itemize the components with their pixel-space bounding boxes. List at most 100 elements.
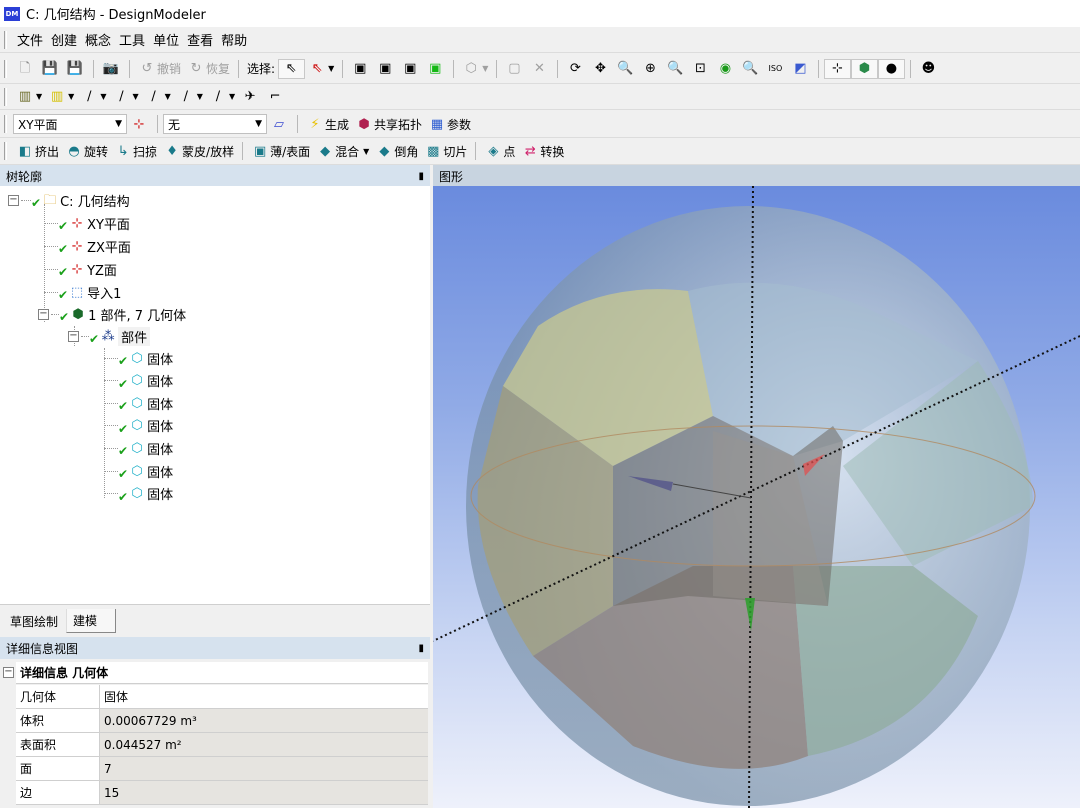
- sketch-select[interactable]: 无 ▼: [163, 114, 267, 134]
- tree-node-zx-plane[interactable]: ✔ ⊹ ZX平面: [44, 236, 131, 256]
- pin-icon[interactable]: ▮: [418, 643, 424, 654]
- share-topology-button[interactable]: ⬢ 共享拓扑: [352, 114, 425, 134]
- tree-node-body[interactable]: ✔ ⬡ 固体: [104, 438, 173, 458]
- tab-sketching[interactable]: 草图绘制: [4, 609, 64, 633]
- menu-help[interactable]: 帮助: [217, 30, 251, 49]
- line-style-x-button[interactable]: ∕ ▼: [206, 87, 238, 107]
- show-model-button[interactable]: ⬢: [851, 58, 879, 79]
- tree-node-body[interactable]: ✔ ⬡ 固体: [104, 348, 173, 368]
- line-style-3-button[interactable]: ∕ ▼: [174, 87, 206, 107]
- select-points-button[interactable]: ▣: [348, 59, 373, 79]
- screenshot-button[interactable]: 📷: [99, 59, 124, 79]
- show-planes-button[interactable]: ⊹: [824, 58, 852, 79]
- collapse-icon[interactable]: −: [38, 308, 49, 320]
- snap-button[interactable]: ⌐: [263, 87, 288, 107]
- skin-loft-button[interactable]: ♦ 蒙皮/放样: [160, 141, 237, 161]
- toolbar-grip[interactable]: [4, 59, 7, 78]
- invert-select-button[interactable]: ✕: [527, 59, 552, 79]
- extend-selection-button[interactable]: ⬡ ▼: [459, 59, 491, 79]
- tree-node-part[interactable]: − ✔ ⁂ 部件: [68, 326, 151, 346]
- slice-button[interactable]: ▩ 切片: [421, 141, 470, 161]
- tree-node-body[interactable]: ✔ ⬡ 固体: [104, 371, 173, 391]
- pin-sketch-button[interactable]: ✈: [238, 87, 263, 107]
- pin-icon[interactable]: ▮: [418, 171, 424, 182]
- menu-concept[interactable]: 概念: [81, 30, 115, 49]
- tree-node-body[interactable]: ✔ ⬡ 固体: [104, 484, 173, 504]
- details-value[interactable]: 7: [100, 757, 428, 780]
- generate-button[interactable]: ⚡ 生成: [303, 114, 352, 134]
- iso-view-button[interactable]: ISO: [763, 59, 788, 79]
- lightning-icon: ⚡: [310, 116, 320, 132]
- new-plane-button[interactable]: ⊹: [127, 114, 152, 134]
- select-mode-button[interactable]: ⇖ ▼: [305, 59, 337, 79]
- thin-surface-button[interactable]: ▣ 薄/表面: [248, 141, 313, 161]
- details-value[interactable]: 15: [100, 781, 428, 804]
- show-points-button[interactable]: ●: [878, 58, 906, 79]
- tree-node-import[interactable]: ✔ ⬚ 导入1: [44, 282, 121, 302]
- select-edges-button[interactable]: ▣: [373, 59, 398, 79]
- rotate-button[interactable]: ⟳: [563, 59, 588, 79]
- toolbar-grip[interactable]: [4, 142, 7, 160]
- tree-node-parts-summary[interactable]: − ✔ ⬢ 1 部件, 7 几何体: [38, 304, 186, 324]
- line-style-2-button[interactable]: ∕ ▼: [142, 87, 174, 107]
- save-as-button[interactable]: 💾: [63, 59, 88, 79]
- tree-node-body[interactable]: ✔ ⬡ 固体: [104, 393, 173, 413]
- extrude-button[interactable]: ◧ 挤出: [13, 141, 62, 161]
- collapse-icon[interactable]: −: [68, 330, 79, 342]
- line-style-1-button[interactable]: ∕ ▼: [109, 87, 141, 107]
- convert-button[interactable]: ⇄ 转换: [518, 141, 567, 161]
- tree-node-root[interactable]: − ✔ 🗀 C: 几何结构: [8, 190, 130, 210]
- zoom-selected-button[interactable]: 🔍: [663, 59, 688, 79]
- look-at-button[interactable]: ◩: [788, 59, 813, 79]
- select-all-button[interactable]: ▢: [502, 59, 527, 79]
- toolbar-grip[interactable]: [4, 30, 7, 49]
- collapse-icon[interactable]: −: [8, 194, 19, 206]
- menu-units[interactable]: 单位: [149, 30, 183, 49]
- check-icon: ✔: [118, 421, 129, 436]
- sweep-button[interactable]: ↳ 扫掠: [111, 141, 160, 161]
- blend-button[interactable]: ◆ 混合 ▼: [313, 141, 372, 161]
- menu-tools[interactable]: 工具: [115, 30, 149, 49]
- parameters-button[interactable]: ▦ 参数: [425, 114, 474, 134]
- tab-modeling[interactable]: 建模: [66, 609, 116, 633]
- layout-alt-button[interactable]: ▥ ▼: [45, 87, 77, 107]
- line-style-0-button[interactable]: ∕ ▼: [77, 87, 109, 107]
- zoom-in-button[interactable]: ⊕: [638, 59, 663, 79]
- undo-button[interactable]: ↺ 撤销: [135, 59, 184, 79]
- save-button[interactable]: 💾: [38, 59, 63, 79]
- box-zoom-button[interactable]: ⊡: [688, 59, 713, 79]
- details-section-header: 详细信息 几何体: [16, 662, 428, 684]
- tree-node-yz-plane[interactable]: ✔ ⊹ YZ面: [44, 259, 117, 279]
- select-faces-button[interactable]: ▣: [398, 59, 423, 79]
- graphics-viewport[interactable]: [433, 186, 1080, 808]
- select-bodies-button[interactable]: ▣: [423, 59, 448, 79]
- collapse-icon[interactable]: −: [3, 667, 14, 678]
- menu-view[interactable]: 查看: [183, 30, 217, 49]
- tree-node-body[interactable]: ✔ ⬡ 固体: [104, 461, 173, 481]
- details-value[interactable]: 0.00067729 m³: [100, 709, 428, 732]
- revolve-button[interactable]: ◓ 旋转: [62, 141, 111, 161]
- tree-node-body[interactable]: ✔ ⬡ 固体: [104, 416, 173, 436]
- toolbar-grip[interactable]: [4, 115, 7, 133]
- chamfer-button[interactable]: ◆ 倒角: [372, 141, 421, 161]
- select-new-button[interactable]: ⇖: [278, 58, 306, 79]
- new-sketch-button[interactable]: ▱: [267, 114, 292, 134]
- pan-button[interactable]: ✥: [588, 59, 613, 79]
- toolbar-grip[interactable]: [4, 87, 7, 106]
- plane-select[interactable]: XY平面 ▼: [13, 114, 127, 134]
- zoom-button[interactable]: 🔍: [613, 59, 638, 79]
- menu-create[interactable]: 创建: [47, 30, 81, 49]
- layout-button[interactable]: ▥ ▼: [13, 87, 45, 107]
- new-button[interactable]: 🗋: [13, 59, 38, 79]
- details-value[interactable]: 0.044527 m²: [100, 733, 428, 756]
- display-mode-button[interactable]: ☻: [916, 59, 941, 79]
- details-value[interactable]: 固体: [100, 685, 428, 708]
- menu-file[interactable]: 文件: [13, 30, 47, 49]
- point-button[interactable]: ◈ 点: [481, 141, 518, 161]
- tree-node-xy-plane[interactable]: ✔ ⊹ XY平面: [44, 213, 130, 233]
- zoom-fit-button[interactable]: ◉: [713, 59, 738, 79]
- zoom-previous-button[interactable]: 🔍: [738, 59, 763, 79]
- model-view[interactable]: [433, 186, 1080, 808]
- redo-button[interactable]: ↻ 恢复: [184, 59, 233, 79]
- check-icon: ✔: [118, 376, 129, 391]
